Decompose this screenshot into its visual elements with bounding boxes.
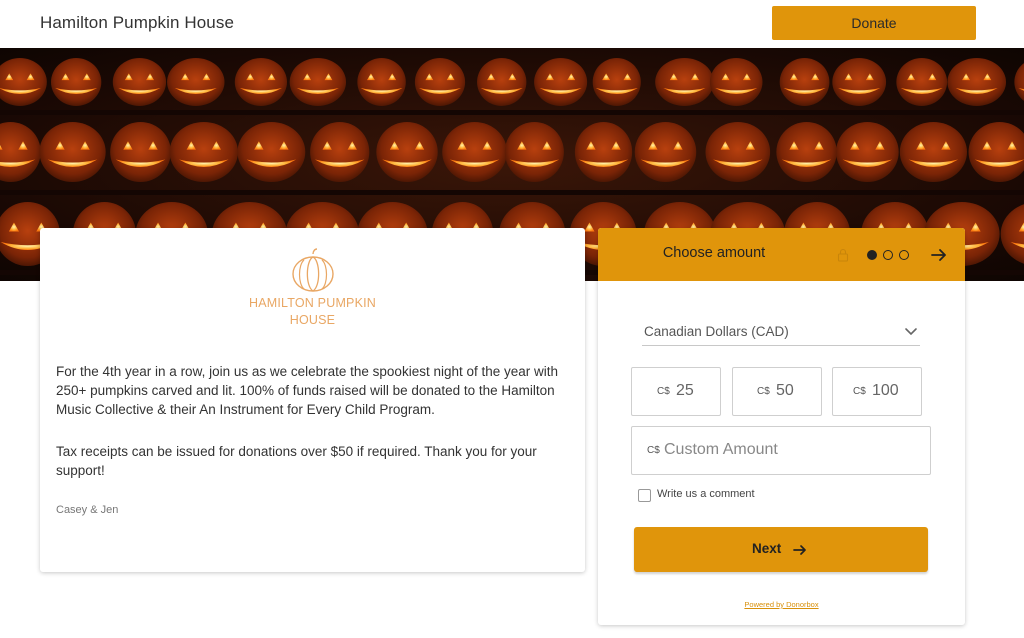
campaign-logo: HAMILTON PUMPKIN HOUSE	[40, 248, 585, 328]
tax-receipt-note: Tax receipts can be issued for donations…	[56, 444, 537, 478]
next-button-label: Next	[752, 541, 782, 556]
comment-checkbox[interactable]	[638, 489, 651, 502]
comment-label: Write us a comment	[657, 488, 755, 500]
amount-value: 100	[872, 382, 899, 399]
currency-selected-value: Canadian Dollars (CAD)	[644, 324, 789, 339]
custom-amount-input[interactable]: C$ Custom Amount	[631, 426, 931, 475]
amount-option-100[interactable]: C$ 100	[832, 367, 922, 416]
pumpkin-icon	[291, 248, 334, 292]
powered-by-link[interactable]: Powered by Donorbox	[598, 600, 965, 609]
organizer-signature: Casey & Jen	[56, 504, 119, 516]
logo-text-line1: HAMILTON PUMPKIN	[248, 296, 377, 310]
currency-symbol: C$	[647, 445, 660, 456]
top-bar: Hamilton Pumpkin House Donate	[0, 0, 1024, 48]
arrow-right-icon	[793, 545, 806, 555]
lock-icon	[837, 248, 849, 262]
campaign-description: For the 4th year in a row, join us as we…	[56, 364, 559, 417]
currency-symbol: C$	[657, 386, 670, 397]
donation-form: Choose amount Canadian Dollars (CAD) C$ …	[598, 228, 965, 625]
currency-symbol: C$	[853, 386, 866, 397]
arrow-right-icon[interactable]	[930, 246, 948, 264]
amount-option-25[interactable]: C$ 25	[631, 367, 721, 416]
custom-amount-placeholder: Custom Amount	[664, 441, 778, 458]
step-indicator-3	[899, 250, 909, 260]
form-header: Choose amount	[598, 228, 965, 281]
logo-text-line2: HOUSE	[289, 313, 336, 327]
campaign-info-card: HAMILTON PUMPKIN HOUSE For the 4th year …	[40, 228, 585, 572]
site-title[interactable]: Hamilton Pumpkin House	[40, 13, 234, 33]
chevron-down-icon	[905, 328, 917, 336]
amount-value: 25	[676, 382, 694, 399]
donate-button[interactable]: Donate	[772, 6, 976, 40]
amount-value: 50	[776, 382, 794, 399]
step-indicator-2	[883, 250, 893, 260]
form-step-title: Choose amount	[662, 245, 766, 261]
amount-option-50[interactable]: C$ 50	[732, 367, 822, 416]
step-indicator-1	[867, 250, 877, 260]
next-button[interactable]: Next	[634, 527, 928, 572]
currency-symbol: C$	[757, 386, 770, 397]
currency-select[interactable]: Canadian Dollars (CAD)	[642, 320, 920, 346]
